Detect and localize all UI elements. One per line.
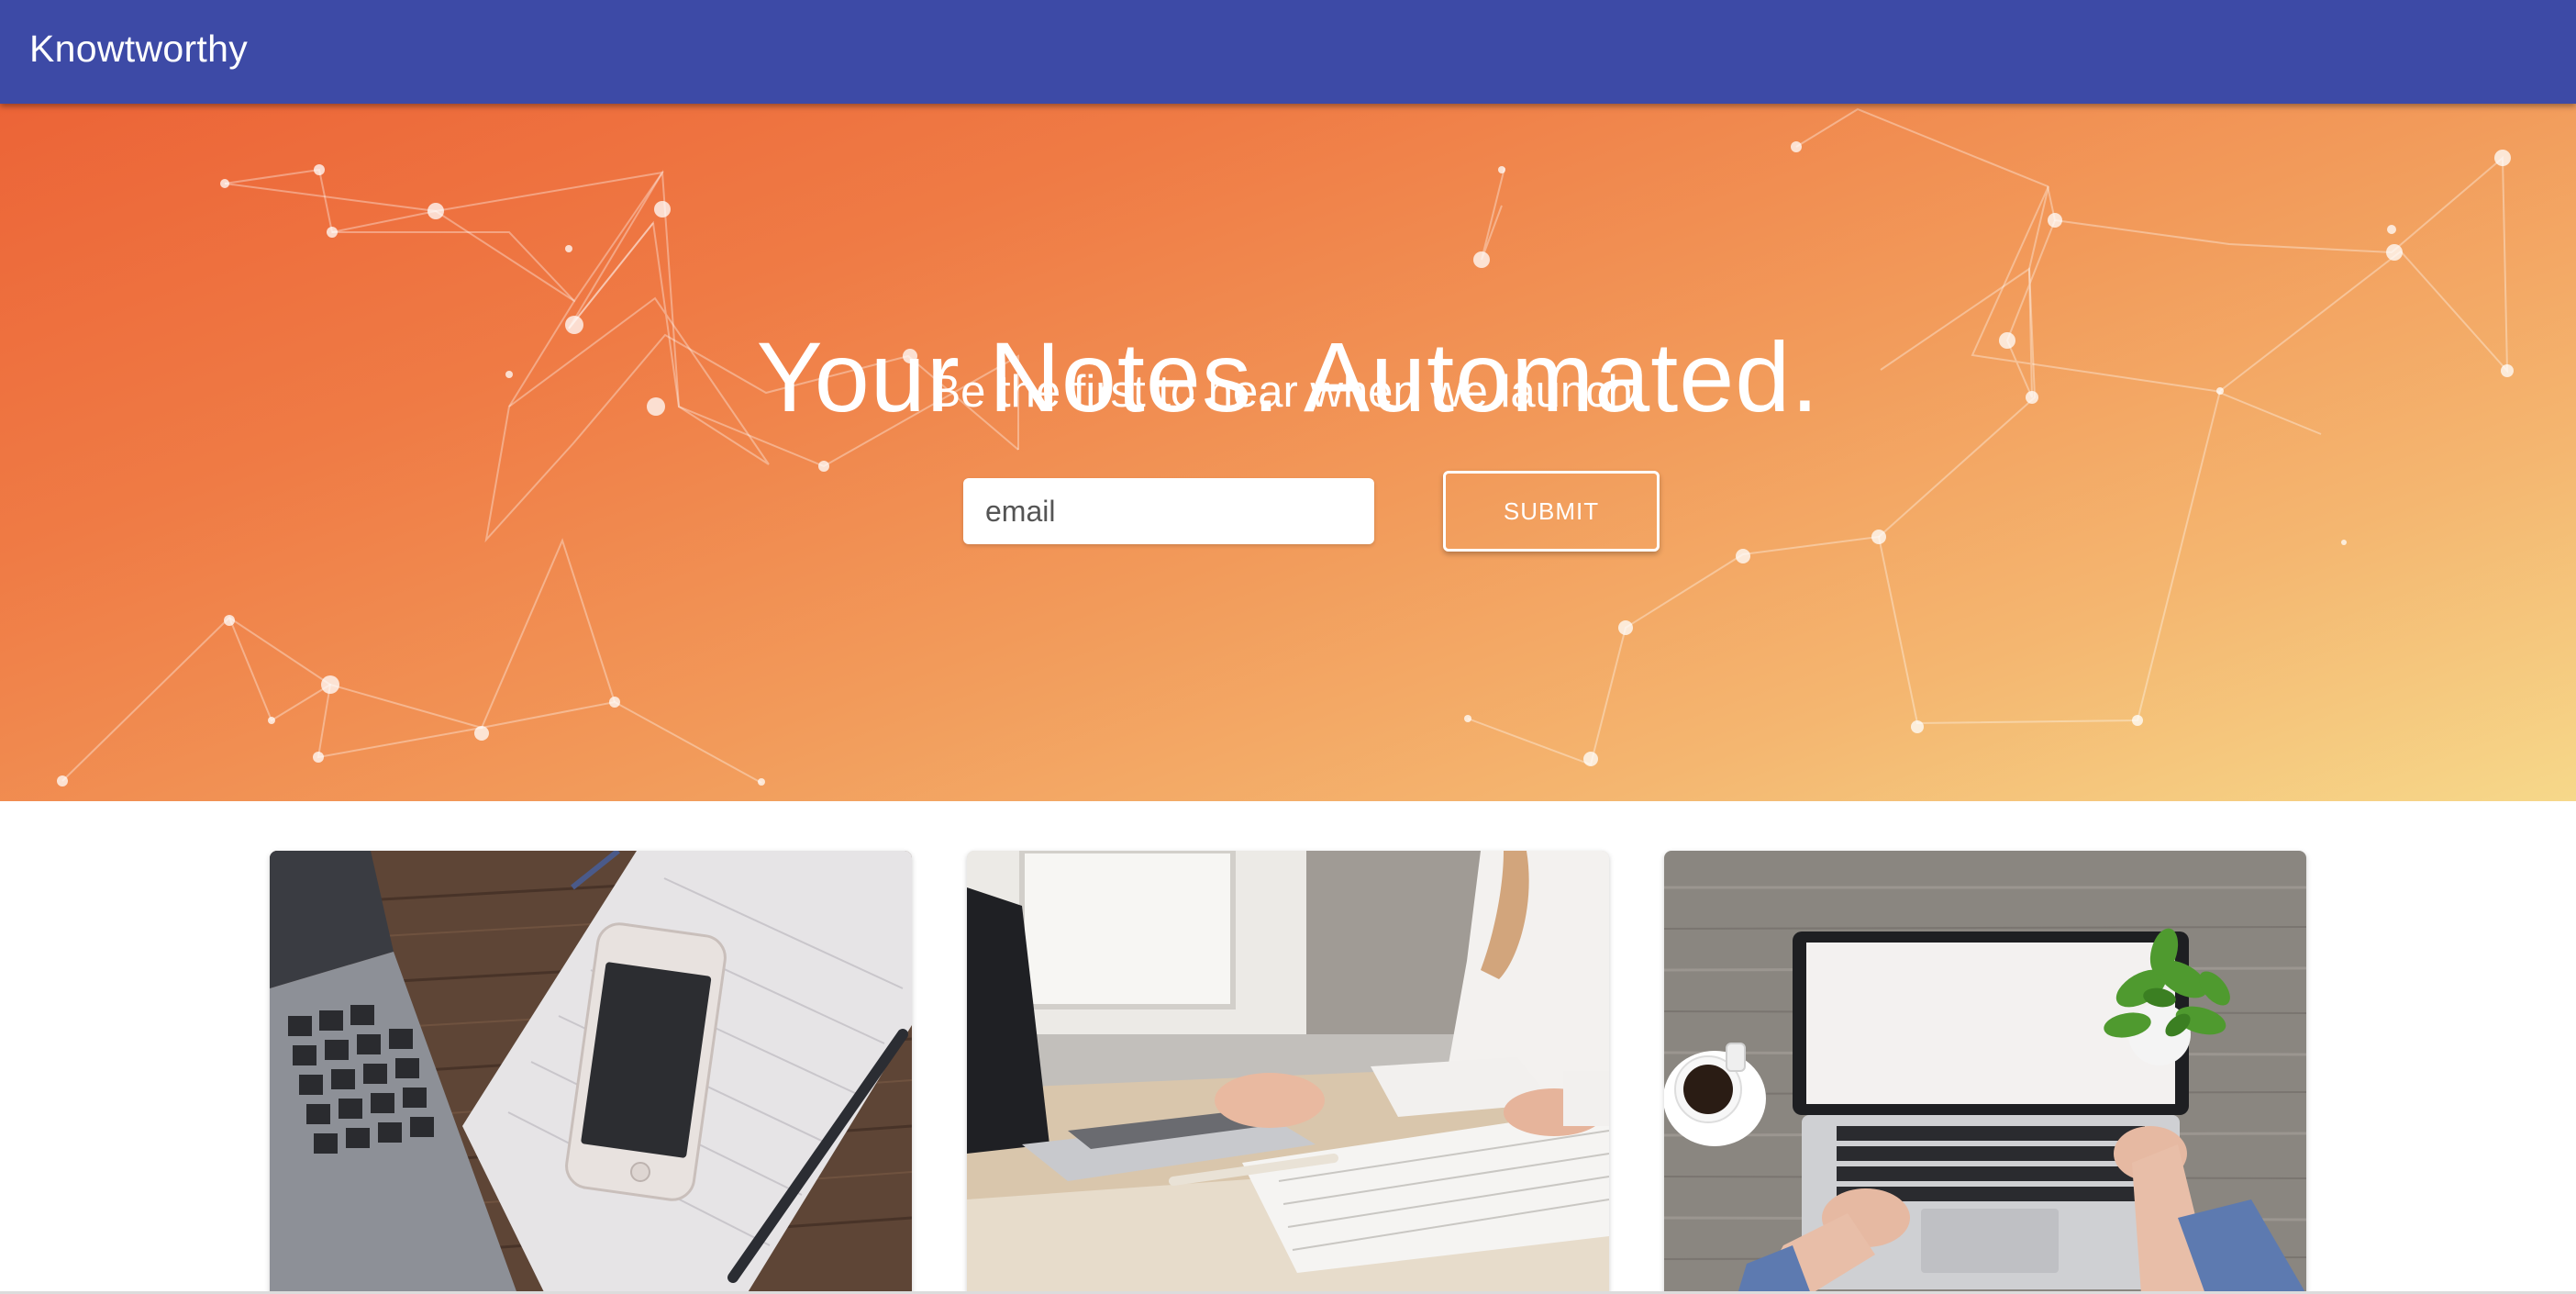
submit-button[interactable]: SUBMIT: [1443, 471, 1660, 552]
brand-title[interactable]: Knowtworthy: [29, 28, 248, 71]
card-overhead-laptop[interactable]: [1664, 851, 2306, 1294]
person-typing-image: [967, 851, 1609, 1294]
network-background: [57, 107, 2514, 786]
hero-subtitle: Be the first to hear when we launch!: [930, 367, 1646, 417]
hero-section: Your Notes. Automated. Be the first to h…: [0, 104, 2576, 801]
app-bar: Knowtworthy: [0, 0, 2576, 104]
overhead-laptop-image: [1664, 851, 2306, 1294]
image-cards: [0, 851, 2576, 1294]
email-input[interactable]: [963, 478, 1374, 544]
card-person-typing[interactable]: [967, 851, 1609, 1294]
card-laptop-phone-notebook[interactable]: [270, 851, 912, 1294]
laptop-phone-notebook-image: [270, 851, 912, 1294]
